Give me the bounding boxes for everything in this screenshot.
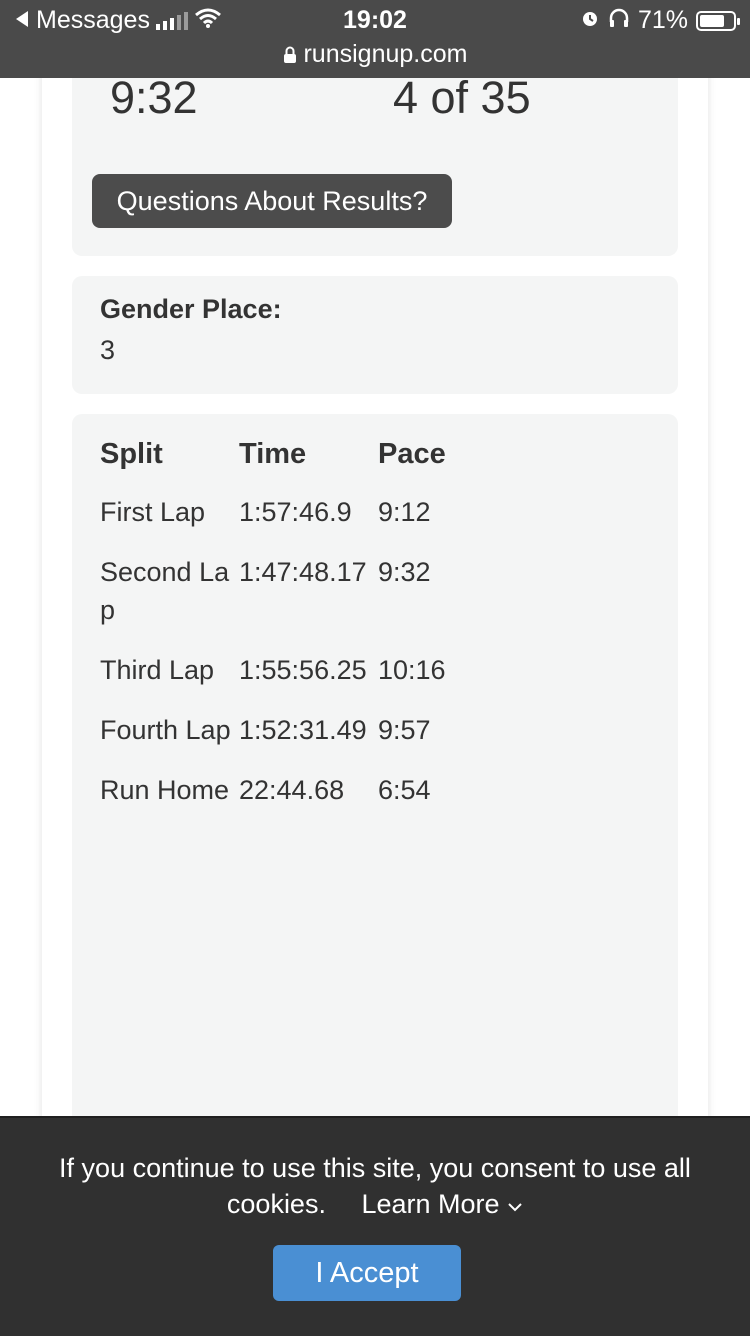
split-pace: 6:54: [378, 775, 431, 805]
header-split: Split: [100, 438, 163, 470]
table-row: Run Home 22:44.68 6:54: [100, 771, 478, 809]
split-name: Fourth Lap: [100, 715, 231, 745]
cookie-banner: If you continue to use this site, you co…: [0, 1116, 750, 1336]
headphones-icon: [608, 6, 630, 35]
split-time: 1:52:31.49: [239, 715, 367, 745]
header-time: Time: [239, 438, 307, 470]
table-row: Fourth Lap 1:52:31.49 9:57: [100, 711, 478, 749]
status-right: 71%: [580, 6, 740, 35]
split-time: 22:44.68: [239, 775, 345, 805]
overall-pace: 9:32: [110, 72, 198, 123]
overall-place: 4 of 35: [393, 72, 531, 123]
table-row: First Lap 1:57:46.9 9:12: [100, 493, 478, 531]
address-bar[interactable]: runsignup.com: [0, 40, 750, 69]
split-pace: 10:16: [378, 655, 446, 685]
split-pace: 9:12: [378, 497, 431, 527]
split-name: Third Lap: [100, 655, 215, 685]
split-name: Run Home: [100, 775, 230, 805]
split-time: 1:55:56.25: [239, 655, 367, 685]
url-text: runsignup.com: [303, 40, 468, 68]
split-time: 1:57:46.9: [239, 497, 352, 527]
table-row: Second Lap 1:47:48.17 9:32: [100, 553, 478, 629]
split-name: First Lap: [100, 497, 206, 527]
splits-table: Split Time Pace First Lap 1:57:46.9 9:12…: [100, 438, 478, 809]
chevron-down-icon: [507, 1189, 523, 1219]
learn-more-label: Learn More: [361, 1189, 500, 1219]
header-pace: Pace: [378, 438, 446, 470]
battery-icon: [696, 10, 740, 31]
alarm-icon: [580, 6, 600, 35]
lock-icon: [283, 40, 304, 68]
cookie-text-block: If you continue to use this site, you co…: [30, 1150, 720, 1222]
browser-top-bar: Messages 19:02 71% runsignup.com: [0, 0, 750, 78]
split-time: 1:47:48.17: [239, 557, 367, 587]
splits-header-row: Split Time Pace: [100, 438, 478, 471]
battery-percent: 71%: [637, 6, 688, 34]
split-pace: 9:32: [378, 557, 431, 587]
learn-more-link[interactable]: Learn More: [361, 1189, 523, 1219]
split-pace: 9:57: [378, 715, 431, 745]
accept-cookies-button[interactable]: I Accept: [273, 1245, 461, 1301]
gender-place-label: Gender Place:: [100, 294, 282, 324]
split-name: Second Lap: [100, 557, 230, 625]
questions-about-results-button[interactable]: Questions About Results?: [92, 174, 452, 228]
table-row: Third Lap 1:55:56.25 10:16: [100, 651, 478, 689]
gender-place-value: 3: [100, 335, 116, 365]
